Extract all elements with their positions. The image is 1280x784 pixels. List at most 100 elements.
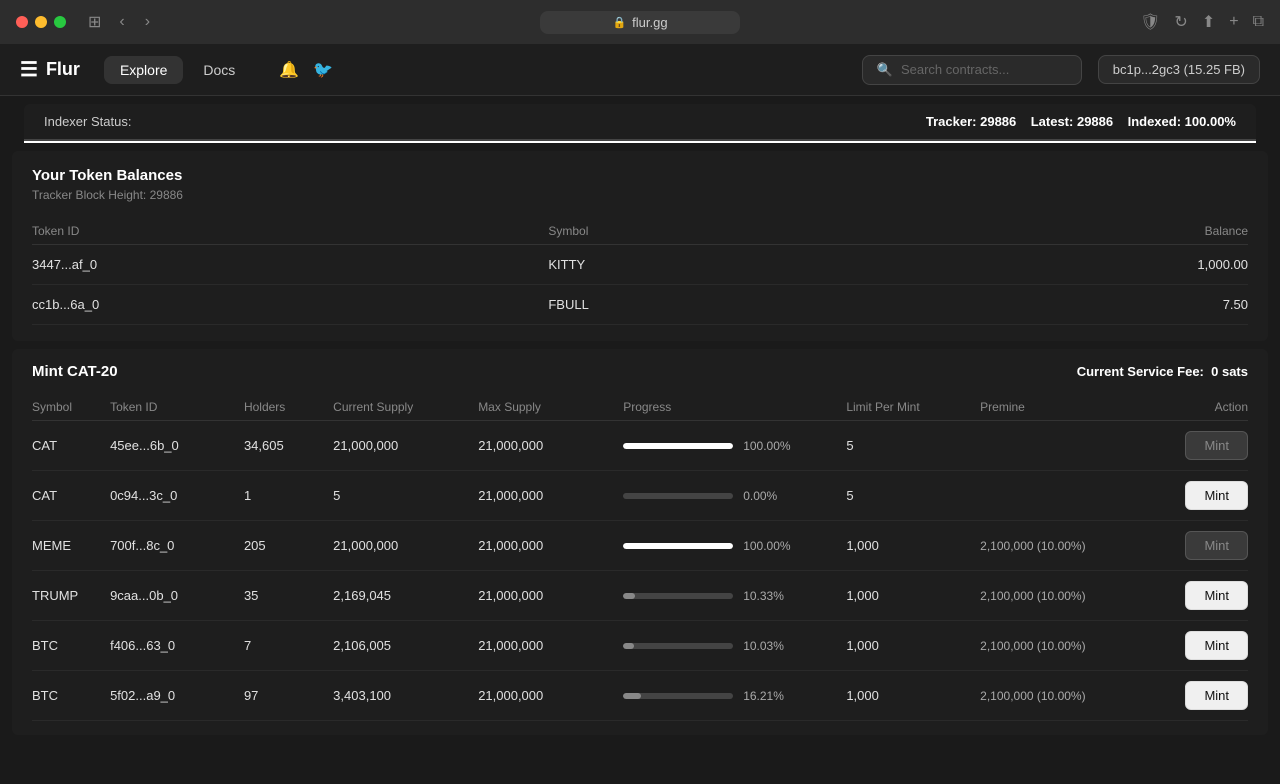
table-row: cc1b...6a_0 FBULL 7.50 — [32, 285, 1248, 325]
max-supply-cell: 21,000,000 — [478, 471, 623, 521]
mint-button[interactable]: Mint — [1185, 431, 1248, 460]
current-supply-cell: 21,000,000 — [333, 521, 478, 571]
limit-per-mint-cell: 1,000 — [846, 521, 980, 571]
progress-cell: 10.03% — [623, 621, 846, 671]
twitter-icon[interactable]: 🐦 — [313, 60, 333, 80]
share-icon[interactable]: ⬆ — [1202, 12, 1215, 32]
forward-button[interactable]: › — [139, 11, 156, 33]
holders-cell: 205 — [244, 521, 333, 571]
tab-overview-icon[interactable]: ⧉ — [1253, 13, 1264, 31]
list-item: BTC 5f02...a9_0 97 3,403,100 21,000,000 … — [32, 671, 1248, 721]
browser-nav: ‹ › — [113, 11, 156, 33]
premine-cell: 2,100,000 (10.00%) — [980, 621, 1158, 671]
list-item: CAT 45ee...6b_0 34,605 21,000,000 21,000… — [32, 421, 1248, 471]
limit-per-mint-cell: 1,000 — [846, 571, 980, 621]
logo-text: Flur — [46, 59, 80, 80]
token-id-cell: 45ee...6b_0 — [110, 421, 244, 471]
premine-cell — [980, 421, 1158, 471]
symbol-cell: KITTY — [548, 245, 859, 285]
token-id-cell: cc1b...6a_0 — [32, 285, 548, 325]
mint-col-limit: Limit Per Mint — [846, 394, 980, 421]
mint-col-holders: Holders — [244, 394, 333, 421]
bell-icon[interactable]: 🔔 — [279, 60, 299, 80]
tracker-value: 29886 — [980, 114, 1016, 129]
back-button[interactable]: ‹ — [113, 11, 130, 33]
balance-cell: 1,000.00 — [859, 245, 1248, 285]
col-balance: Balance — [859, 218, 1248, 245]
token-balances-section: Your Token Balances Tracker Block Height… — [12, 151, 1268, 341]
list-item: BTC f406...63_0 7 2,106,005 21,000,000 1… — [32, 621, 1248, 671]
search-bar[interactable]: 🔍 Search contracts... — [862, 55, 1082, 85]
symbol-cell: CAT — [32, 471, 110, 521]
browser-actions: 🛡 ↻ ⬆ + ⧉ — [1140, 12, 1264, 32]
latest-label: Latest: — [1031, 114, 1074, 129]
mint-button[interactable]: Mint — [1185, 681, 1248, 710]
logo: ☰ Flur — [20, 57, 80, 82]
wallet-address[interactable]: bc1p...2gc3 (15.25 FB) — [1098, 55, 1260, 84]
mint-col-action: Action — [1159, 394, 1248, 421]
premine-cell: 2,100,000 (10.00%) — [980, 521, 1158, 571]
minimize-button[interactable] — [35, 16, 47, 28]
action-cell: Mint — [1159, 621, 1248, 671]
premine-cell: 2,100,000 (10.00%) — [980, 571, 1158, 621]
service-fee-value: 0 sats — [1211, 364, 1248, 379]
title-bar: ⊞ ‹ › 🔒 flur.gg 🛡 ↻ ⬆ + ⧉ — [0, 0, 1280, 44]
col-symbol: Symbol — [548, 218, 859, 245]
service-fee: Current Service Fee: 0 sats — [1077, 364, 1248, 379]
mint-button[interactable]: Mint — [1185, 631, 1248, 660]
current-supply-cell: 2,106,005 — [333, 621, 478, 671]
list-item: CAT 0c94...3c_0 1 5 21,000,000 0.00% 5 M… — [32, 471, 1248, 521]
holders-cell: 97 — [244, 671, 333, 721]
indexer-values: Tracker: 29886 Latest: 29886 Indexed: 10… — [926, 114, 1236, 129]
limit-per-mint-cell: 1,000 — [846, 621, 980, 671]
mint-col-tokenid: Token ID — [110, 394, 244, 421]
mint-col-max-supply: Max Supply — [478, 394, 623, 421]
refresh-icon[interactable]: ↻ — [1174, 12, 1187, 32]
symbol-cell: CAT — [32, 421, 110, 471]
mint-section: Mint CAT-20 Current Service Fee: 0 sats … — [12, 349, 1268, 735]
service-fee-label: Current Service Fee: — [1077, 364, 1204, 379]
url-bar[interactable]: 🔒 flur.gg — [540, 11, 740, 34]
mint-title: Mint CAT-20 — [32, 363, 118, 380]
indexed-label: Indexed: — [1128, 114, 1181, 129]
tab-explore[interactable]: Explore — [104, 56, 183, 84]
action-cell: Mint — [1159, 571, 1248, 621]
search-icon: 🔍 — [877, 62, 893, 78]
tab-docs[interactable]: Docs — [187, 56, 251, 84]
indexer-progress-fill — [24, 141, 1256, 143]
token-balances-title: Your Token Balances — [32, 167, 1248, 184]
current-supply-cell: 2,169,045 — [333, 571, 478, 621]
limit-per-mint-cell: 5 — [846, 421, 980, 471]
progress-cell: 100.00% — [623, 521, 846, 571]
token-balances-table: Token ID Symbol Balance 3447...af_0 KITT… — [32, 218, 1248, 325]
indexer-section: Indexer Status: Tracker: 29886 Latest: 2… — [12, 104, 1268, 143]
holders-cell: 7 — [244, 621, 333, 671]
token-id-cell: 5f02...a9_0 — [110, 671, 244, 721]
limit-per-mint-cell: 1,000 — [846, 671, 980, 721]
progress-cell: 0.00% — [623, 471, 846, 521]
progress-cell: 16.21% — [623, 671, 846, 721]
indexer-bar: Indexer Status: Tracker: 29886 Latest: 2… — [24, 104, 1256, 141]
premine-cell — [980, 471, 1158, 521]
mint-button[interactable]: Mint — [1185, 531, 1248, 560]
new-tab-icon[interactable]: + — [1229, 13, 1238, 31]
lock-icon: 🔒 — [612, 16, 626, 29]
symbol-cell: BTC — [32, 621, 110, 671]
token-id-cell: 3447...af_0 — [32, 245, 548, 285]
mint-button[interactable]: Mint — [1185, 481, 1248, 510]
sidebar-toggle-icon[interactable]: ⊞ — [88, 12, 101, 32]
current-supply-cell: 3,403,100 — [333, 671, 478, 721]
token-id-cell: f406...63_0 — [110, 621, 244, 671]
mint-table: Symbol Token ID Holders Current Supply M… — [32, 394, 1248, 721]
action-cell: Mint — [1159, 671, 1248, 721]
close-button[interactable] — [16, 16, 28, 28]
table-row: 3447...af_0 KITTY 1,000.00 — [32, 245, 1248, 285]
maximize-button[interactable] — [54, 16, 66, 28]
mint-button[interactable]: Mint — [1185, 581, 1248, 610]
max-supply-cell: 21,000,000 — [478, 421, 623, 471]
list-item: TRUMP 9caa...0b_0 35 2,169,045 21,000,00… — [32, 571, 1248, 621]
nav-tabs: Explore Docs — [104, 56, 251, 84]
holders-cell: 1 — [244, 471, 333, 521]
indexer-progress-bar — [24, 141, 1256, 143]
holders-cell: 34,605 — [244, 421, 333, 471]
